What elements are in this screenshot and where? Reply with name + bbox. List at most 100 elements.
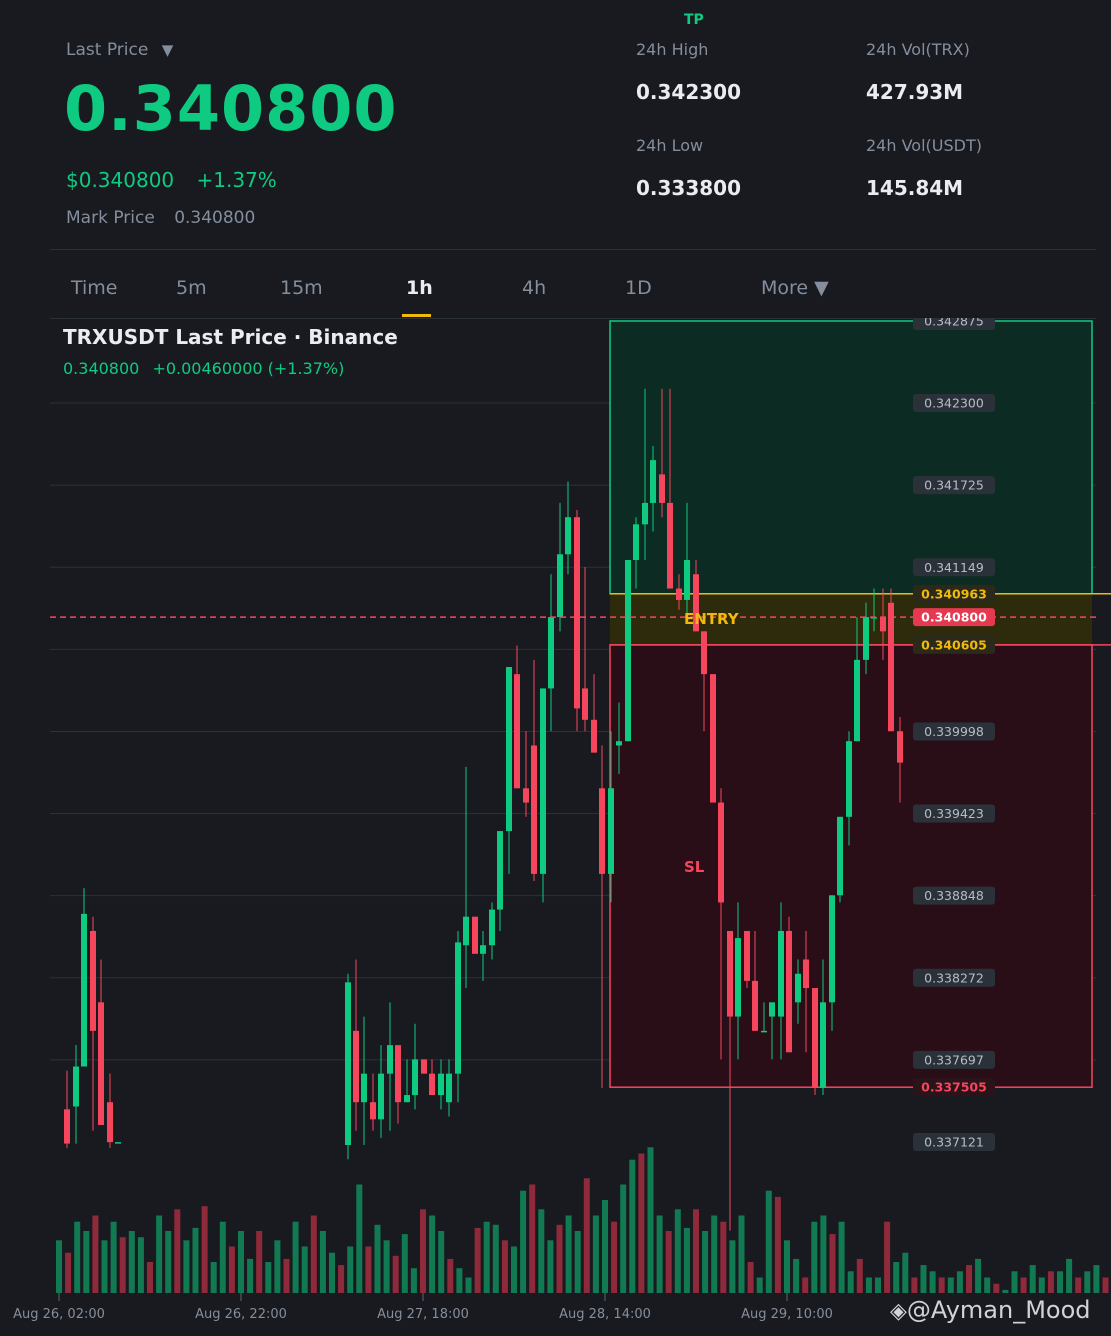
volume-bars	[56, 1147, 1109, 1293]
vol-trx-value: 427.93M	[866, 80, 964, 104]
tab-1d[interactable]: 1D	[625, 277, 652, 299]
volume-bar	[147, 1262, 153, 1293]
change-percent: +1.37%	[196, 168, 277, 192]
tab-4h[interactable]: 4h	[522, 277, 546, 299]
candle-body	[837, 816, 843, 896]
price-axis-label: 0.340605	[913, 635, 995, 654]
price-axis-label: 0.337505	[913, 1078, 995, 1097]
candle-body	[599, 788, 605, 874]
price-label-text: 0.340800	[921, 610, 987, 625]
price-label-text: 0.337505	[921, 1080, 987, 1095]
volume-bar	[283, 1258, 290, 1293]
high-value: 0.342300	[636, 80, 742, 104]
tab-5m[interactable]: 5m	[176, 277, 207, 299]
watermark: ◈@Ayman_Mood	[890, 1296, 1091, 1324]
candle-body	[744, 930, 750, 981]
volume-bar	[956, 1271, 963, 1293]
volume-bar	[556, 1224, 563, 1293]
volume-bar	[811, 1221, 818, 1293]
x-tick-label: Aug 26, 22:00	[195, 1307, 287, 1322]
volume-bar	[629, 1159, 636, 1293]
price-label-text: 0.341149	[924, 560, 984, 575]
mark-price-label: Mark Price	[66, 208, 155, 228]
volume-bar	[292, 1221, 299, 1293]
candle	[370, 1073, 376, 1131]
volume-bar	[501, 1240, 508, 1293]
tab-more[interactable]: More ▼	[761, 277, 829, 299]
volume-bar	[410, 1268, 417, 1293]
usd-price: $0.340800 +1.37%	[66, 168, 277, 192]
volume-bar	[902, 1252, 909, 1293]
price-axis-label: 0.339423	[913, 804, 995, 823]
volume-bar	[574, 1231, 581, 1293]
volume-bar	[83, 1231, 90, 1293]
low-value: 0.333800	[636, 176, 742, 200]
price-axis-label: 0.340963	[913, 584, 995, 603]
tab-15m[interactable]: 15m	[280, 277, 323, 299]
candle-body	[472, 916, 478, 954]
candle-body	[667, 502, 673, 589]
candle	[591, 674, 597, 753]
candle-body	[438, 1073, 444, 1096]
usd-price-value: $0.340800	[66, 168, 175, 192]
volume-bar	[947, 1277, 954, 1293]
volume-bar	[1029, 1265, 1036, 1293]
trading-screen: Last Price ▼ 0.340800 $0.340800 +1.37% M…	[0, 0, 1111, 1336]
candle	[480, 930, 486, 981]
candle	[387, 1002, 393, 1131]
legend-change: +0.00460000 (+1.37%)	[152, 359, 345, 378]
low-label: 24h Low	[636, 136, 704, 155]
volume-bar	[247, 1258, 254, 1293]
tab-1h[interactable]: 1h	[406, 277, 433, 299]
price-axis-label: 0.338272	[913, 968, 995, 987]
volume-bar	[456, 1268, 463, 1293]
candle-body	[650, 460, 656, 503]
volume-bar	[729, 1240, 736, 1293]
volume-bar	[674, 1209, 681, 1293]
volume-bar	[538, 1209, 545, 1293]
last-price-selector[interactable]: Last Price ▼	[66, 40, 173, 60]
candle	[599, 745, 605, 1088]
candle-body	[107, 1102, 113, 1143]
volume-bar	[529, 1184, 536, 1293]
candle-body	[676, 588, 682, 600]
price-label-text: 0.340605	[921, 637, 987, 652]
price-chart[interactable]: 0.342875 0.342300 0.341725 0.341149 0.340963…	[0, 318, 1111, 1336]
volume-bar	[319, 1231, 326, 1293]
volume-bar	[183, 1240, 190, 1293]
candle-body	[489, 909, 495, 946]
candle-body	[514, 674, 520, 789]
volume-bar	[511, 1246, 517, 1293]
price-axis-label: 0.341149	[913, 558, 995, 577]
candle	[412, 1023, 418, 1110]
volume-bar	[784, 1240, 790, 1293]
candle-body	[761, 1030, 767, 1033]
x-tick-label: Aug 29, 10:00	[741, 1307, 833, 1322]
volume-bar	[920, 1265, 927, 1293]
vol-trx-label: 24h Vol(TRX)	[866, 40, 970, 59]
candle-body	[752, 980, 758, 1031]
candle-body	[786, 930, 792, 1053]
volume-bar	[838, 1221, 845, 1293]
candle-body	[625, 559, 631, 742]
last-price-value: 0.340800	[64, 72, 398, 145]
candle	[345, 973, 351, 1160]
price-axis-label: 0.342300	[913, 394, 995, 413]
vol-usdt-value: 145.84M	[866, 176, 964, 200]
volume-bar	[738, 1215, 745, 1293]
candle	[514, 645, 520, 789]
candle-body	[540, 688, 546, 874]
candle-body	[370, 1102, 376, 1120]
candle	[353, 959, 359, 1131]
chart-title: TRXUSDT Last Price · Binance	[63, 325, 398, 349]
volume-bar	[256, 1231, 263, 1293]
volume-bar	[938, 1277, 945, 1293]
last-price-label: Last Price	[66, 40, 149, 60]
volume-bar	[92, 1215, 99, 1293]
volume-bar	[347, 1246, 354, 1293]
candle-body	[735, 938, 741, 1017]
candle	[395, 1045, 401, 1124]
candle	[786, 916, 792, 1053]
volume-bar	[1093, 1265, 1100, 1293]
tab-time[interactable]: Time	[71, 277, 118, 299]
